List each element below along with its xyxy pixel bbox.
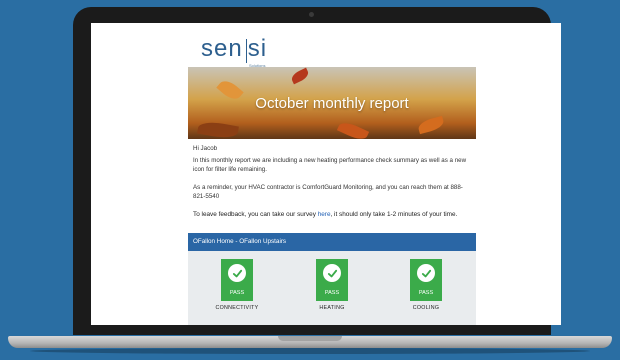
leaf-image [289, 67, 311, 85]
email-report: sensi Solutions & Comfort October monthl… [188, 23, 476, 325]
panel-header: OFallon Home - OFallon Upstairs [188, 233, 476, 251]
greeting: Hi Jacob [193, 145, 218, 152]
logo-text: sen si [201, 35, 281, 63]
check-icon [417, 264, 435, 282]
status-cooling: PASS COOLING [391, 259, 461, 311]
feedback-paragraph: To leave feedback, you can take our surv… [193, 210, 475, 219]
hero-banner: October monthly report [188, 67, 476, 139]
status-heating: PASS HEATING [297, 259, 367, 311]
intro-paragraph: In this monthly report we are including … [193, 157, 467, 173]
laptop-notch [278, 336, 342, 341]
badge-result: PASS [229, 290, 245, 296]
status-connectivity: PASS CONNECTIVITY [202, 259, 272, 311]
report-title: October monthly report [255, 95, 409, 112]
leaf-image [197, 119, 239, 139]
logo-right: si [247, 35, 268, 62]
pass-badge: PASS [410, 259, 442, 301]
badge-result: PASS [324, 290, 340, 296]
leaf-image [336, 119, 370, 139]
laptop-shadow [30, 348, 590, 354]
survey-link[interactable]: here [318, 211, 331, 218]
pass-badge: PASS [221, 259, 253, 301]
laptop-screen: sensi Solutions & Comfort October monthl… [91, 23, 561, 325]
status-name: HEATING [319, 305, 345, 311]
status-name: CONNECTIVITY [215, 305, 259, 311]
check-icon [323, 264, 341, 282]
feedback-text-before: To leave feedback, you can take our surv… [193, 211, 318, 218]
logo-divider [246, 39, 247, 63]
contractor-paragraph: As a reminder, your HVAC contractor is C… [193, 184, 463, 200]
pass-badge: PASS [316, 259, 348, 301]
check-icon [228, 264, 246, 282]
laptop-base [8, 336, 612, 348]
logo-left: sen [201, 35, 243, 62]
badge-result: PASS [418, 290, 434, 296]
status-name: COOLING [412, 305, 440, 311]
leaf-image [416, 115, 446, 135]
feedback-text-after: , it should only take 1-2 minutes of you… [330, 211, 458, 218]
system-status-panel: OFallon Home - OFallon Upstairs PASS CON… [188, 233, 476, 325]
camera [309, 12, 314, 17]
